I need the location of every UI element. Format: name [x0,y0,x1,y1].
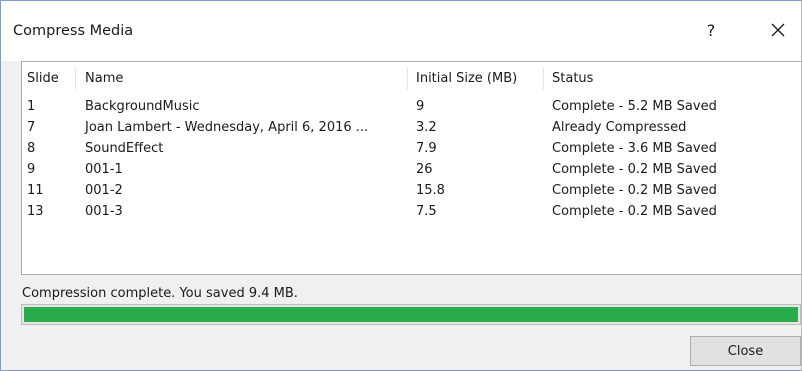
row-slide: 11 [27,183,44,198]
table-row[interactable]: 11 001-2 15.8 Complete - 0.2 MB Saved [22,182,802,200]
table-row[interactable]: 8 SoundEffect 7.9 Complete - 3.6 MB Save… [22,140,802,158]
column-header-initial-size[interactable]: Initial Size (MB) [416,70,517,88]
row-status: Already Compressed [552,120,687,135]
compress-media-dialog: Compress Media ? Slide Name Initial Size… [0,0,802,371]
row-status: Complete - 5.2 MB Saved [552,99,717,114]
row-name: 001-2 [85,183,123,198]
close-icon [771,23,785,37]
row-slide: 8 [27,141,36,156]
help-button[interactable]: ? [697,15,725,45]
table-row[interactable]: 13 001-3 7.5 Complete - 0.2 MB Saved [22,203,802,221]
help-icon: ? [706,20,716,40]
dialog-title: Compress Media [13,23,134,39]
row-slide: 9 [27,162,36,177]
column-header-status[interactable]: Status [552,70,593,88]
row-name: 001-3 [85,204,123,219]
row-size: 7.9 [416,141,437,156]
compression-progress-bar [21,304,801,325]
close-button[interactable]: Close [690,336,801,366]
list-header: Slide Name Initial Size (MB) Status [22,70,802,88]
title-bar: Compress Media ? [1,1,801,61]
row-size: 15.8 [416,183,445,198]
row-name: SoundEffect [85,141,164,156]
column-header-name[interactable]: Name [85,70,123,88]
media-list[interactable]: Slide Name Initial Size (MB) Status 1 Ba… [21,61,801,275]
row-size: 7.5 [416,204,437,219]
column-header-slide[interactable]: Slide [27,70,59,88]
row-size: 9 [416,99,425,114]
table-row[interactable]: 9 001-1 26 Complete - 0.2 MB Saved [22,161,802,179]
row-slide: 13 [27,204,44,219]
row-name: 001-1 [85,162,123,177]
progress-bar-fill [24,307,798,322]
row-name: BackgroundMusic [85,99,200,114]
row-size: 3.2 [416,120,437,135]
row-name: Joan Lambert - Wednesday, April 6, 2016 … [85,120,369,135]
column-separator[interactable] [407,68,408,90]
row-size: 26 [416,162,433,177]
row-status: Complete - 0.2 MB Saved [552,162,717,177]
compression-status-text: Compression complete. You saved 9.4 MB. [22,286,298,301]
row-status: Complete - 3.6 MB Saved [552,141,717,156]
table-row[interactable]: 7 Joan Lambert - Wednesday, April 6, 201… [22,119,802,137]
close-window-button[interactable] [763,15,793,45]
row-status: Complete - 0.2 MB Saved [552,183,717,198]
row-status: Complete - 0.2 MB Saved [552,204,717,219]
table-row[interactable]: 1 BackgroundMusic 9 Complete - 5.2 MB Sa… [22,98,802,116]
column-separator[interactable] [543,68,544,90]
row-slide: 1 [27,99,36,114]
row-slide: 7 [27,120,36,135]
column-separator[interactable] [75,68,76,90]
